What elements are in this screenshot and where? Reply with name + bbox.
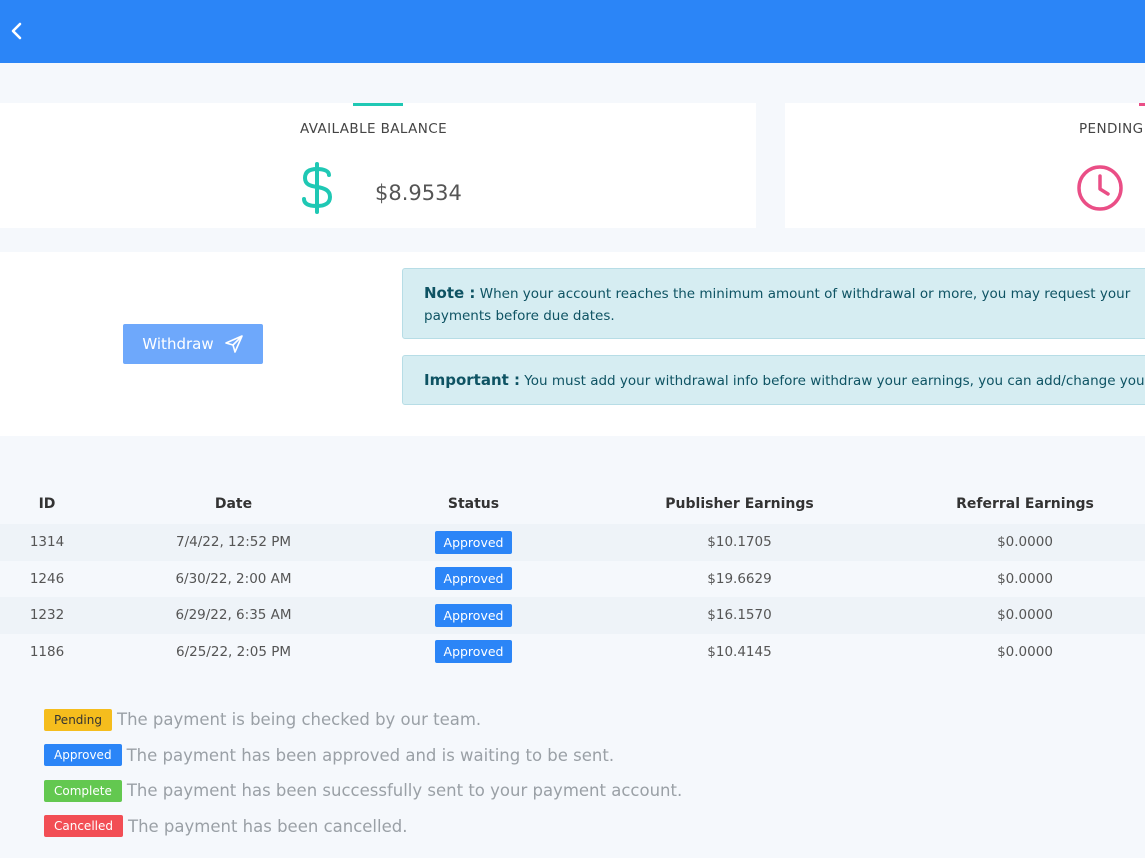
column-header-date[interactable]: Date	[94, 484, 373, 524]
important-label: Important :	[424, 371, 521, 389]
cell-date: 6/30/22, 2:00 AM	[94, 560, 373, 597]
status-legend: Pending The payment is being checked by …	[44, 702, 682, 844]
legend-text: The payment has been approved and is wai…	[126, 745, 615, 765]
payments-table: ID Date Status Publisher Earnings Referr…	[0, 484, 1145, 670]
status-badge: Approved	[434, 530, 513, 554]
important-box: Important : You must add your withdrawal…	[402, 355, 1145, 405]
cell-publisher-earnings: $16.1570	[574, 597, 905, 634]
status-badge: Approved	[434, 603, 513, 627]
cell-publisher-earnings: $10.1705	[574, 524, 905, 561]
cell-date: 7/4/22, 12:52 PM	[94, 524, 373, 561]
available-balance-card: AVAILABLE BALANCE	[0, 103, 756, 228]
pending-title: PENDING	[1079, 121, 1144, 137]
cell-id: 1246	[0, 560, 94, 597]
card-accent	[353, 103, 403, 106]
withdraw-button[interactable]: Withdraw	[123, 324, 263, 364]
cell-date: 6/25/22, 2:05 PM	[94, 633, 373, 670]
cell-status: Approved	[373, 633, 574, 670]
cell-id: 1314	[0, 524, 94, 561]
table-row: 1186 6/25/22, 2:05 PM Approved $10.4145 …	[0, 633, 1145, 670]
column-header-status[interactable]: Status	[373, 484, 574, 524]
table-row: 1246 6/30/22, 2:00 AM Approved $19.6629 …	[0, 560, 1145, 597]
cell-referral-earnings: $0.0000	[905, 633, 1145, 670]
cancelled-badge: Cancelled	[44, 815, 123, 838]
legend-text: The payment has been cancelled.	[128, 816, 408, 836]
status-badge: Approved	[434, 567, 513, 591]
cell-status: Approved	[373, 597, 574, 634]
pending-card: PENDING	[785, 103, 1145, 228]
available-balance-value: $8.9534	[375, 181, 462, 205]
cell-date: 6/29/22, 6:35 AM	[94, 597, 373, 634]
table-row: 1232 6/29/22, 6:35 AM Approved $16.1570 …	[0, 597, 1145, 634]
note-label: Note :	[424, 284, 476, 302]
column-header-referral-earnings[interactable]: Referral Earnings	[905, 484, 1145, 524]
complete-badge: Complete	[44, 779, 122, 802]
available-balance-title: AVAILABLE BALANCE	[300, 121, 448, 137]
card-accent	[1139, 103, 1145, 106]
cell-referral-earnings: $0.0000	[905, 560, 1145, 597]
status-badge: Approved	[434, 640, 513, 664]
cell-id: 1232	[0, 597, 94, 634]
cell-status: Approved	[373, 524, 574, 561]
legend-text: The payment has been successfully sent t…	[126, 781, 683, 801]
table-header-row: ID Date Status Publisher Earnings Referr…	[0, 484, 1145, 524]
pending-badge: Pending	[44, 708, 112, 731]
cell-status: Approved	[373, 560, 574, 597]
approved-badge: Approved	[44, 744, 122, 767]
legend-item-complete: Complete The payment has been successful…	[44, 773, 682, 809]
legend-item-cancelled: Cancelled The payment has been cancelled…	[44, 809, 682, 845]
note-text: When your account reaches the minimum am…	[475, 286, 1131, 302]
cell-publisher-earnings: $10.4145	[574, 633, 905, 670]
cell-id: 1186	[0, 633, 94, 670]
column-header-id[interactable]: ID	[0, 484, 94, 524]
send-icon	[224, 335, 243, 353]
cell-referral-earnings: $0.0000	[905, 524, 1145, 561]
legend-item-pending: Pending The payment is being checked by …	[44, 702, 682, 738]
withdraw-label: Withdraw	[142, 335, 214, 353]
important-text: You must add your withdrawal info before…	[520, 373, 1145, 389]
table-row: 1314 7/4/22, 12:52 PM Approved $10.1705 …	[0, 524, 1145, 561]
chevron-left-icon[interactable]	[8, 20, 26, 42]
dollar-icon	[302, 162, 332, 214]
top-bar	[0, 0, 1145, 63]
column-header-publisher-earnings[interactable]: Publisher Earnings	[574, 484, 905, 524]
cell-referral-earnings: $0.0000	[905, 597, 1145, 634]
note-text-line2: payments before due dates.	[424, 308, 615, 324]
legend-text: The payment is being checked by our team…	[116, 710, 482, 730]
cell-publisher-earnings: $19.6629	[574, 560, 905, 597]
legend-item-approved: Approved The payment has been approved a…	[44, 738, 682, 774]
note-box: Note : When your account reaches the min…	[402, 268, 1145, 339]
clock-icon	[1077, 165, 1123, 211]
